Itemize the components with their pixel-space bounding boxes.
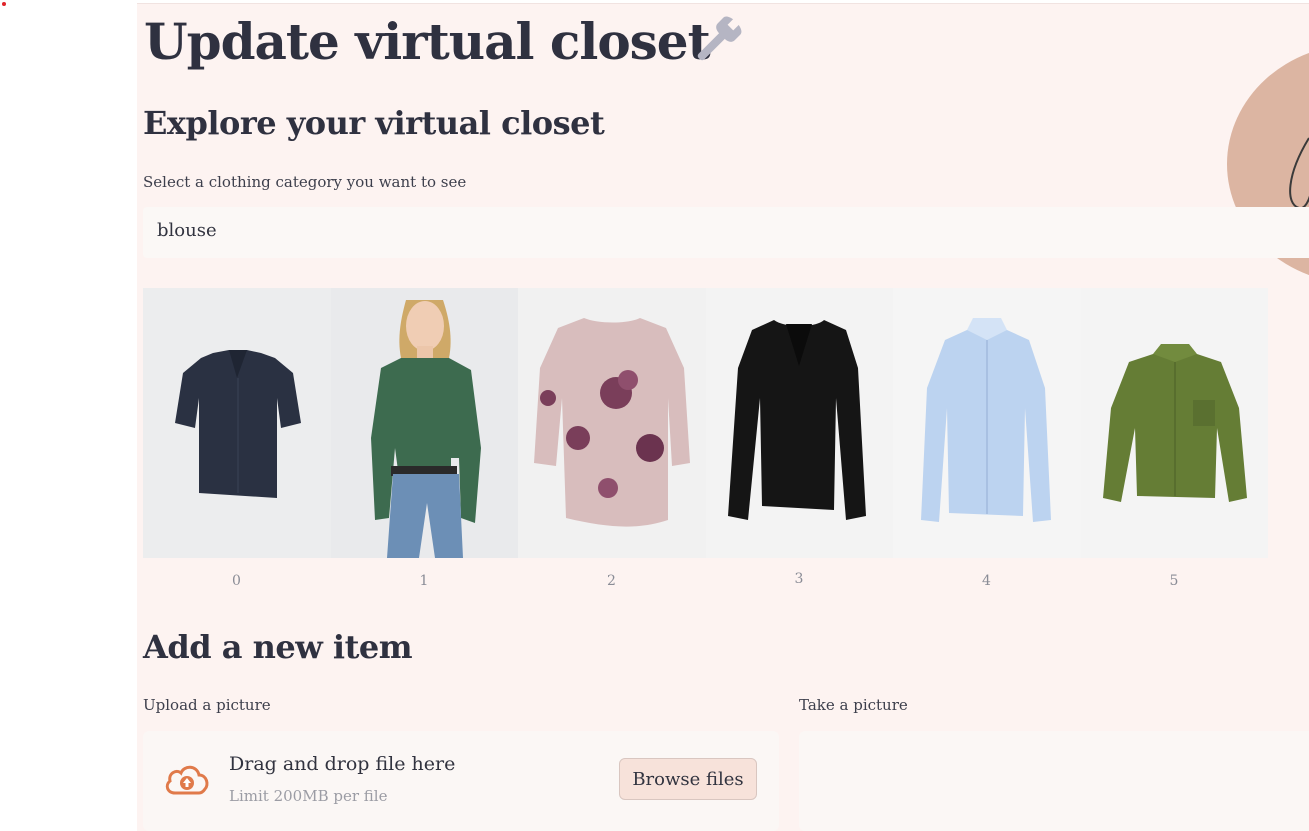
gallery-caption: 3 xyxy=(794,571,804,587)
gallery-item-4[interactable] xyxy=(893,288,1081,558)
navy-blouse-image xyxy=(175,350,301,498)
clothing-gallery xyxy=(143,288,1268,558)
file-dropzone[interactable]: Drag and drop file here Limit 200MB per … xyxy=(143,731,779,831)
dropzone-limit: Limit 200MB per file xyxy=(229,787,388,805)
gallery-caption: 4 xyxy=(982,573,991,589)
gallery-item-3[interactable] xyxy=(705,288,893,558)
upload-label: Upload a picture xyxy=(143,696,271,714)
gallery-item-2[interactable] xyxy=(518,288,706,558)
page-title: Update virtual closet xyxy=(144,12,711,71)
black-blouse-image xyxy=(727,320,866,520)
camera-input[interactable] xyxy=(799,731,1309,831)
category-select-label: Select a clothing category you want to s… xyxy=(143,173,467,191)
floral-top-image xyxy=(534,318,690,527)
gallery-caption: 0 xyxy=(232,573,241,589)
olive-shirt-image xyxy=(1102,344,1247,502)
gallery-item-5[interactable] xyxy=(1080,288,1268,558)
add-item-heading: Add a new item xyxy=(143,628,413,666)
wrench-icon xyxy=(697,16,742,61)
decorative-squiggle xyxy=(1289,137,1309,210)
gallery-item-0[interactable] xyxy=(143,288,331,558)
category-select-value: blouse xyxy=(157,220,217,241)
cloud-upload-icon xyxy=(165,765,209,795)
dropzone-title: Drag and drop file here xyxy=(229,753,456,775)
red-dot-marker xyxy=(2,2,6,6)
browse-files-button[interactable]: Browse files xyxy=(619,758,757,800)
gallery-caption: 1 xyxy=(419,573,429,589)
gallery-caption: 5 xyxy=(1169,573,1179,589)
light-blue-shirt-image xyxy=(921,318,1051,522)
gallery-item-1[interactable] xyxy=(330,288,518,558)
model-green-blouse-image xyxy=(370,300,481,558)
gallery-caption: 2 xyxy=(607,573,616,589)
category-select[interactable]: blouse xyxy=(143,207,1309,258)
camera-label: Take a picture xyxy=(799,696,908,714)
app-container: Update virtual closet Explore your virtu… xyxy=(137,3,1309,831)
explore-heading: Explore your virtual closet xyxy=(143,104,605,142)
